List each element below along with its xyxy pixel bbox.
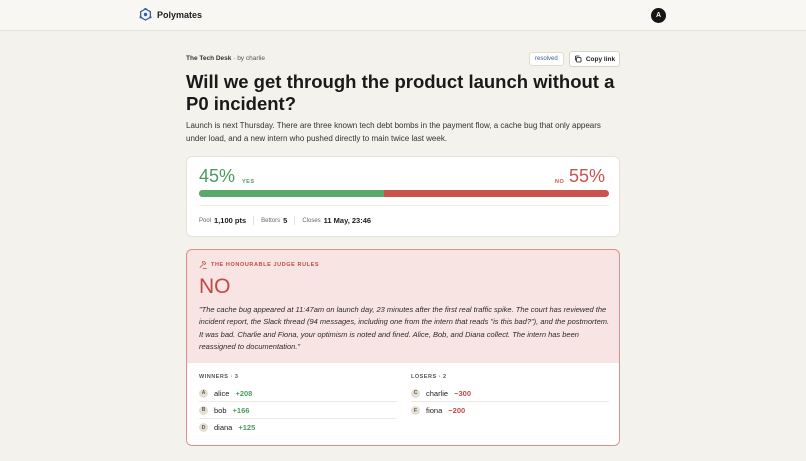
winners-title: WINNERS · 3 <box>199 374 239 380</box>
verdict: NO <box>199 275 231 298</box>
player-name: fiona <box>426 406 443 415</box>
divider <box>199 205 609 206</box>
odds-card: 45% YES NO 55% Pool 1,100 pts Bettors 5 … <box>186 156 620 237</box>
player-avatar: A <box>199 388 208 398</box>
list-item: C charlie −300 <box>411 385 609 402</box>
losers-title: LOSERS · 2 <box>411 374 447 380</box>
list-item: B bob +166 <box>199 402 397 419</box>
player-points: +125 <box>238 423 256 432</box>
player-avatar: C <box>411 388 420 398</box>
status-badge: resolved <box>529 52 564 66</box>
top-bar: Polymates A <box>0 0 806 31</box>
player-avatar: B <box>199 405 208 415</box>
list-item: D diana +125 <box>199 419 397 436</box>
brand-name: Polymates <box>157 9 203 20</box>
winners-list: WINNERS · 3 A alice +208 B bob +166 D di… <box>199 374 397 436</box>
judge-title: THE HONOURABLE JUDGE RULES <box>211 262 320 268</box>
market-meta: The Tech Desk · by charlie <box>186 55 265 62</box>
copy-link-label: Copy link <box>585 55 616 63</box>
stats-separator <box>253 216 255 225</box>
odds-bar <box>199 190 609 197</box>
desk-name[interactable]: The Tech Desk <box>186 55 231 62</box>
copy-icon <box>574 55 582 63</box>
ruling-text: "The cache bug appeared at 11:47am on la… <box>199 305 610 351</box>
stats-separator <box>294 216 296 225</box>
pool-value: 1,100 pts <box>214 216 247 225</box>
market-stats: Pool 1,100 pts Bettors 5 Closes 11 May, … <box>199 216 371 225</box>
judge-heading: THE HONOURABLE JUDGE RULES <box>199 261 319 269</box>
player-name: bob <box>214 405 227 415</box>
yes-label: YES <box>242 179 255 185</box>
brand-link[interactable]: Polymates <box>139 8 202 21</box>
author-byline: · by charlie <box>233 55 266 62</box>
bettors-value: 5 <box>283 216 288 225</box>
no-percent: 55% <box>569 166 606 186</box>
copy-link-button[interactable]: Copy link <box>569 51 620 67</box>
user-avatar[interactable]: A <box>651 8 666 23</box>
losers-list: LOSERS · 2 C charlie −300 F fiona −200 <box>411 374 609 419</box>
player-name: alice <box>214 388 230 398</box>
player-avatar: D <box>199 423 208 432</box>
player-points: −200 <box>448 406 466 415</box>
payout-results: WINNERS · 3 A alice +208 B bob +166 D di… <box>187 363 619 445</box>
list-item: F fiona −200 <box>411 402 609 419</box>
list-item: A alice +208 <box>199 385 397 402</box>
judge-ruling-card: THE HONOURABLE JUDGE RULES NO "The cache… <box>186 249 620 446</box>
odds-bar-yes-fill <box>199 190 384 197</box>
yes-percent: 45% <box>199 166 236 186</box>
gavel-icon <box>199 261 207 269</box>
player-points: +166 <box>232 405 250 415</box>
no-label: NO <box>555 179 565 185</box>
closes-value: 11 May, 23:46 <box>323 216 372 225</box>
player-name: charlie <box>426 388 449 398</box>
player-name: diana <box>214 423 233 432</box>
hexagon-logo-icon <box>139 8 152 21</box>
player-points: +208 <box>235 388 253 398</box>
market-title: Will we get through the product launch w… <box>186 71 615 114</box>
closes-label: Closes <box>302 217 321 224</box>
player-points: −300 <box>454 388 471 398</box>
player-avatar: F <box>411 406 420 415</box>
market-description: Launch is next Thursday. There are three… <box>186 121 601 143</box>
bettors-label: Bettors <box>261 217 281 224</box>
pool-label: Pool <box>199 217 212 224</box>
